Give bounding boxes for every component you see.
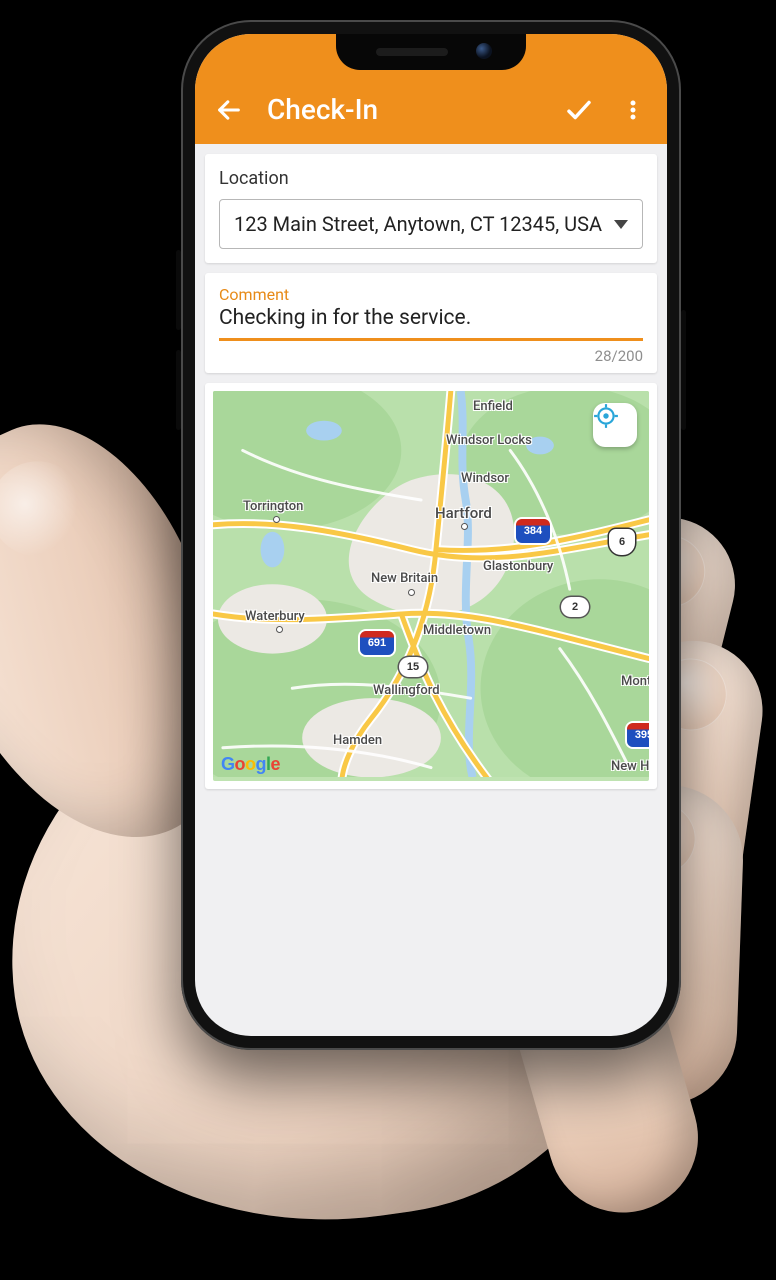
map-label-windsor-locks: Windsor Locks	[446, 433, 532, 448]
chevron-down-icon	[614, 220, 628, 229]
shield-ct2: 2	[561, 597, 589, 617]
google-logo: Google	[221, 755, 280, 773]
location-select[interactable]: 123 Main Street, Anytown, CT 12345, USA	[219, 199, 643, 249]
confirm-button[interactable]	[563, 94, 595, 126]
map-label-enfield: Enfield	[473, 399, 513, 414]
map-label-glastonbury: Glastonbury	[483, 559, 553, 574]
map-canvas[interactable]: Enfield Windsor Locks Windsor Torrington…	[213, 391, 649, 781]
map-label-hamden: Hamden	[333, 733, 382, 748]
shield-us6: 6	[609, 529, 635, 555]
comment-input[interactable]: Checking in for the service.	[219, 306, 643, 341]
map-label-windsor: Windsor	[461, 471, 509, 486]
my-location-button[interactable]	[593, 403, 637, 447]
phone-screen: Check-In Location 123 Main Street, Anyto…	[195, 34, 667, 1036]
map-label-new-britain: New Britain	[371, 571, 438, 586]
more-vert-icon	[621, 98, 645, 122]
arrow-left-icon	[215, 96, 243, 124]
shield-i395: 395	[627, 723, 649, 747]
map-label-middletown: Middletown	[423, 623, 491, 638]
map-label-hartford: Hartford	[435, 504, 492, 522]
crosshair-icon	[593, 403, 619, 429]
location-label: Location	[219, 168, 643, 189]
back-button[interactable]	[213, 94, 245, 126]
comment-legend: Comment	[219, 285, 643, 304]
comment-counter: 28/200	[219, 347, 643, 365]
location-value: 123 Main Street, Anytown, CT 12345, USA	[234, 212, 606, 236]
location-card: Location 123 Main Street, Anytown, CT 12…	[205, 154, 657, 263]
map-label-waterbury: Waterbury	[245, 609, 305, 624]
overflow-menu-button[interactable]	[617, 94, 649, 126]
page-title: Check-In	[267, 93, 541, 126]
shield-i384: 384	[516, 519, 550, 543]
phone-notch	[336, 34, 526, 70]
map-label-montville: Montville	[621, 674, 649, 689]
map-label-torrington: Torrington	[243, 499, 303, 514]
phone-frame: Check-In Location 123 Main Street, Anyto…	[181, 20, 681, 1050]
comment-card: Comment Checking in for the service. 28/…	[205, 273, 657, 373]
shield-i691: 691	[360, 631, 394, 655]
check-icon	[564, 95, 594, 125]
map-label-new-haven: New Haven	[611, 759, 649, 774]
map-card: Enfield Windsor Locks Windsor Torrington…	[205, 383, 657, 789]
map-label-wallingford: Wallingford	[373, 683, 440, 698]
shield-ct15: 15	[399, 657, 427, 677]
